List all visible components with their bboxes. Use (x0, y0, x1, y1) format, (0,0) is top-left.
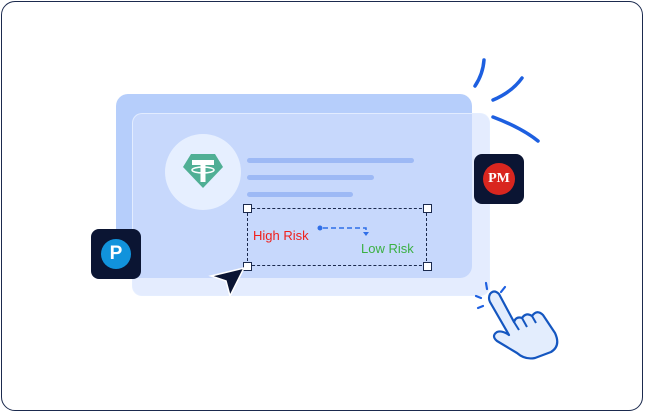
click-hand-icon (474, 281, 559, 360)
cursor-arrow-icon (208, 266, 246, 299)
spark-lines-icon (473, 58, 540, 143)
pm-app-icon[interactable]: PM (474, 154, 524, 204)
p-app-icon[interactable]: P (91, 229, 141, 279)
dashed-arrow-icon (317, 225, 369, 236)
p-logo: P (101, 239, 131, 269)
decorations (208, 58, 559, 360)
pm-logo: PM (483, 163, 515, 195)
